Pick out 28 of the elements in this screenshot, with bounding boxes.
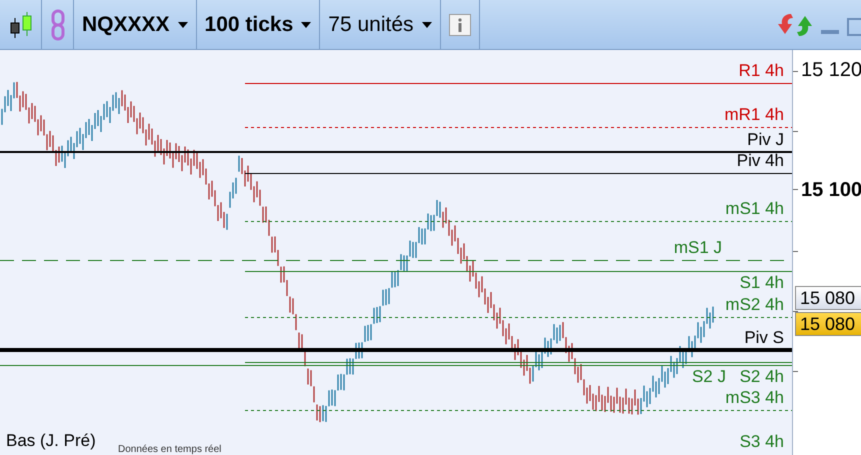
level-label: S2 4h xyxy=(740,368,784,386)
caret-icon xyxy=(301,22,312,28)
footer-label: Bas (J. Pré) xyxy=(6,432,96,450)
caret-icon xyxy=(422,22,432,28)
price-tag: 15 080 xyxy=(795,312,861,336)
period-dropdown[interactable]: 100 ticks xyxy=(196,0,320,49)
caret-icon xyxy=(178,22,188,28)
axis-tick-label: 15 120 xyxy=(801,59,861,81)
minimize-icon[interactable] xyxy=(821,30,839,36)
maximize-icon[interactable] xyxy=(847,18,861,36)
axis-tick-label: 15 100 xyxy=(801,179,861,201)
level-label: S3 4h xyxy=(740,433,784,451)
level-label: Piv S xyxy=(744,329,784,347)
price-tag: 15 080 xyxy=(795,286,861,310)
level-label: mS1 J xyxy=(674,239,722,257)
units-dropdown[interactable]: 75 unités xyxy=(320,0,441,49)
level-label: S1 4h xyxy=(740,274,784,292)
data-notice: Données en temps réel xyxy=(118,445,222,455)
instrument-dropdown[interactable]: NQXXXX xyxy=(74,0,197,49)
level-label: mR1 4h xyxy=(724,106,784,124)
level-label: mS3 4h xyxy=(725,389,784,407)
level-label: S2 J xyxy=(692,368,726,386)
level-label: mS1 4h xyxy=(725,200,784,218)
level-label: R1 4h xyxy=(738,62,784,80)
level-label: Piv 4h xyxy=(736,152,784,170)
info-icon[interactable] xyxy=(448,14,471,36)
level-label: mS2 4h xyxy=(725,296,784,314)
level-label: Piv J xyxy=(747,131,784,149)
